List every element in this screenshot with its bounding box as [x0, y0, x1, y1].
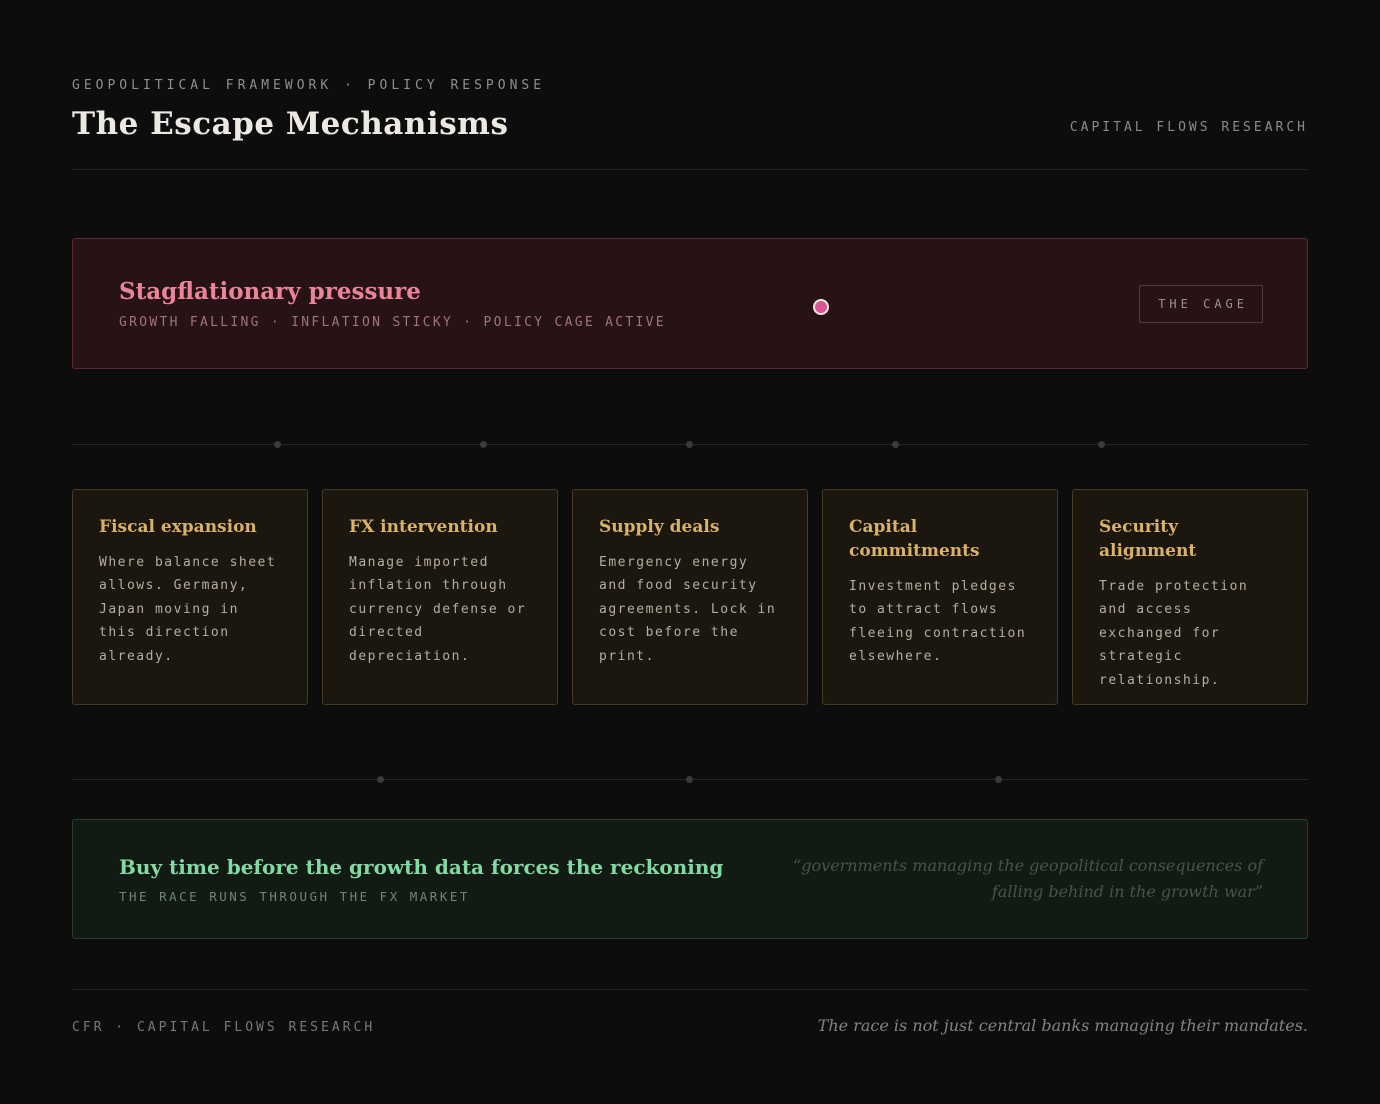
header-divider — [72, 169, 1308, 170]
rail-dot — [480, 441, 487, 448]
card-title: Capital commitments — [849, 516, 1031, 564]
rail-dot — [377, 776, 384, 783]
outcome-title: Buy time before the growth data forces t… — [119, 855, 723, 879]
card-title: Security alignment — [1099, 516, 1281, 564]
outcome-banner: Buy time before the growth data forces t… — [72, 819, 1308, 939]
header-row: The Escape Mechanisms CAPITAL FLOWS RESE… — [72, 106, 1308, 142]
card-body: Where balance sheet allows. Germany, Jap… — [99, 551, 281, 669]
footer-brand: CFR · CAPITAL FLOWS RESEARCH — [72, 1020, 375, 1035]
card-security-alignment: Security alignment Trade protection and … — [1072, 489, 1308, 705]
pressure-banner: Stagflationary pressure GROWTH FALLING ·… — [72, 238, 1308, 369]
the-cage-button[interactable]: THE CAGE — [1139, 285, 1263, 323]
card-body: Investment pledges to attract flows flee… — [849, 575, 1031, 669]
card-fiscal-expansion: Fiscal expansion Where balance sheet all… — [72, 489, 308, 705]
rail-dot — [686, 441, 693, 448]
page: GEOPOLITICAL FRAMEWORK · POLICY RESPONSE… — [72, 0, 1308, 1035]
card-title: Supply deals — [599, 516, 781, 540]
outcome-text-block: Buy time before the growth data forces t… — [119, 855, 723, 904]
rail-dot — [274, 441, 281, 448]
pressure-text-block: Stagflationary pressure GROWTH FALLING ·… — [119, 278, 666, 330]
card-title: Fiscal expansion — [99, 516, 281, 540]
footer-divider — [72, 989, 1308, 990]
card-capital-commitments: Capital commitments Investment pledges t… — [822, 489, 1058, 705]
pressure-subtitle: GROWTH FALLING · INFLATION STICKY · POLI… — [119, 315, 666, 330]
outcome-subtitle: THE RACE RUNS THROUGH THE FX MARKET — [119, 889, 723, 904]
card-body: Manage imported inflation through curren… — [349, 551, 531, 669]
rail-dot — [892, 441, 899, 448]
footer-row: CFR · CAPITAL FLOWS RESEARCH The race is… — [72, 1016, 1308, 1035]
rail-dot — [1098, 441, 1105, 448]
rail-dot — [686, 776, 693, 783]
mechanism-cards-row: Fiscal expansion Where balance sheet all… — [72, 489, 1308, 705]
footer-note: The race is not just central banks manag… — [818, 1016, 1308, 1035]
pressure-title: Stagflationary pressure — [119, 278, 666, 305]
rail-dot — [995, 776, 1002, 783]
outcome-quote: “governments managing the geopolitical c… — [743, 853, 1263, 906]
card-body: Emergency energy and food security agree… — [599, 551, 781, 669]
card-title: FX intervention — [349, 516, 531, 540]
card-supply-deals: Supply deals Emergency energy and food s… — [572, 489, 808, 705]
pulse-dot-icon — [813, 299, 829, 315]
header-eyebrow: GEOPOLITICAL FRAMEWORK · POLICY RESPONSE — [72, 78, 1308, 93]
card-body: Trade protection and access exchanged fo… — [1099, 575, 1281, 693]
top-rail — [72, 437, 1308, 452]
page-title: The Escape Mechanisms — [72, 106, 508, 142]
bottom-rail — [72, 772, 1308, 787]
org-label: CAPITAL FLOWS RESEARCH — [1070, 120, 1308, 142]
card-fx-intervention: FX intervention Manage imported inflatio… — [322, 489, 558, 705]
